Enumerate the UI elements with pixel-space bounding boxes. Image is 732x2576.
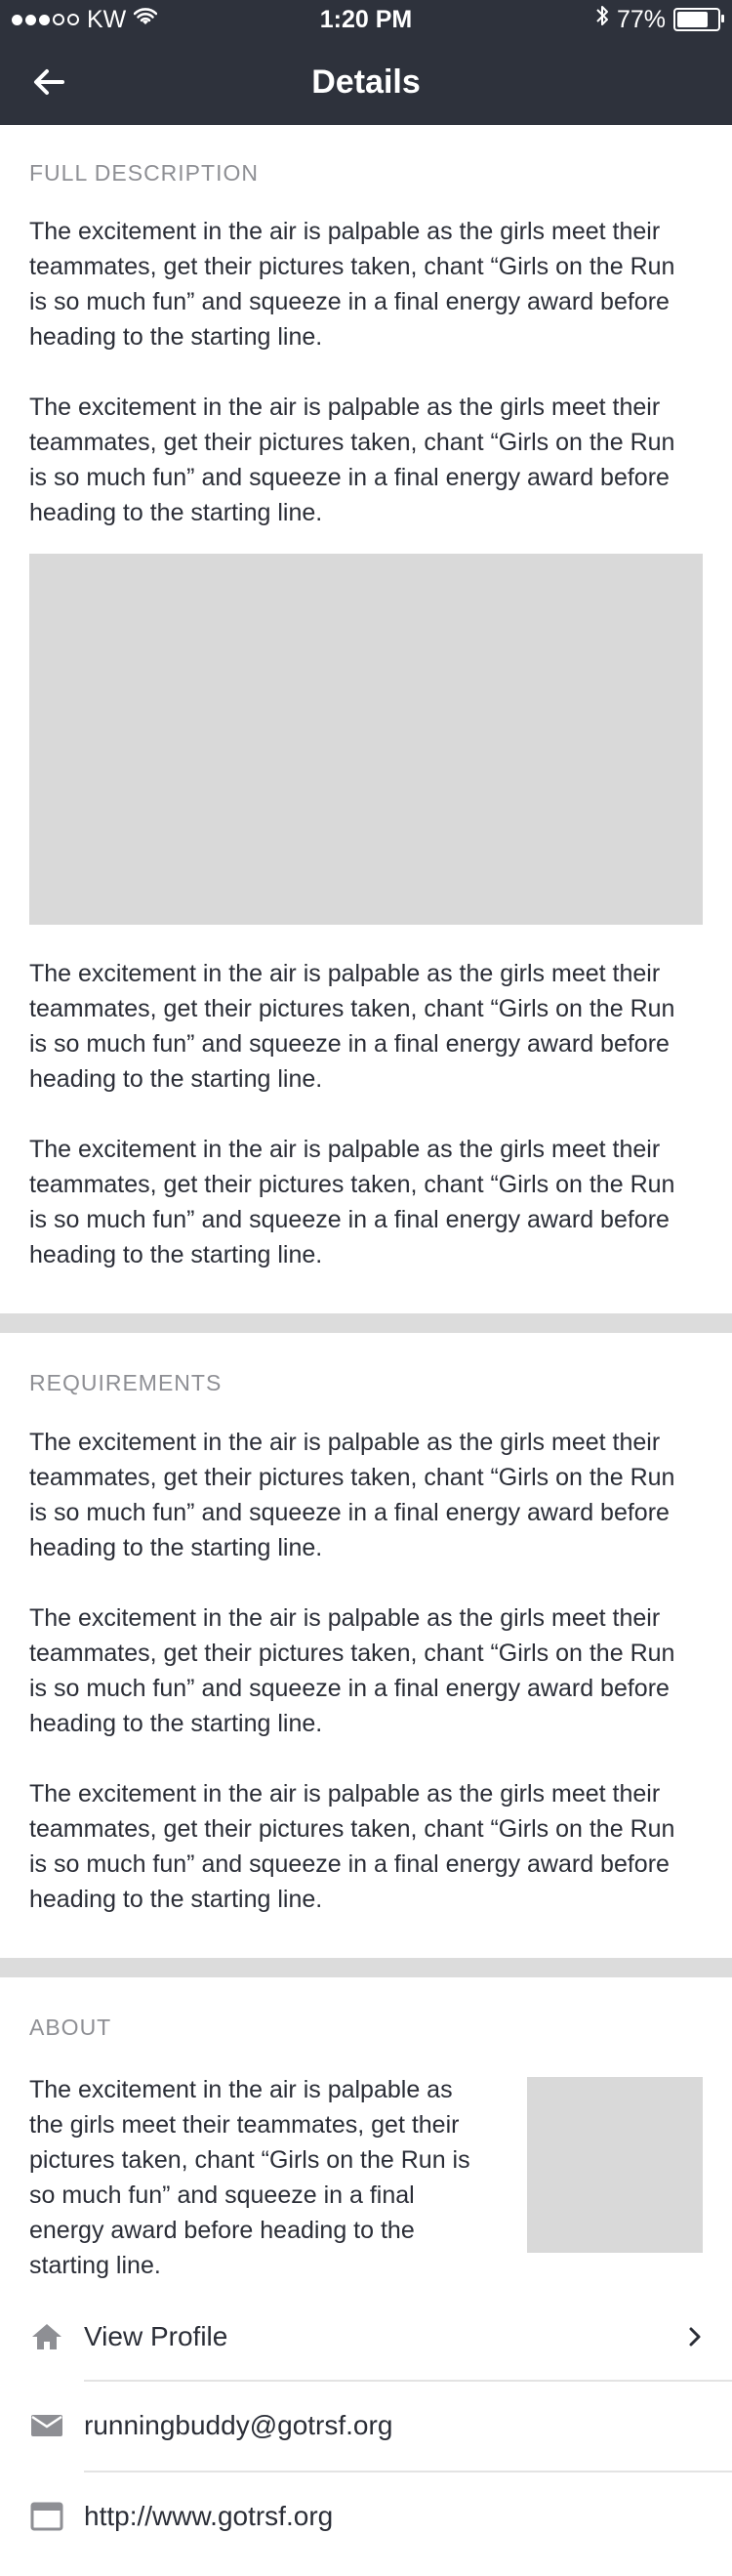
description-paragraph: The excitement in the air is palpable as… — [29, 394, 675, 526]
website-link: http://www.gotrsf.org — [84, 2501, 334, 2531]
mail-icon — [29, 2408, 64, 2443]
status-right: 77% — [595, 0, 724, 39]
about-text: The excitement in the air is palpable as… — [29, 2076, 470, 2279]
requirements-paragraph: The excitement in the air is palpable as… — [29, 1780, 675, 1913]
status-bar: KW 1:20 PM 77% — [0, 0, 732, 39]
about-image — [527, 2077, 703, 2253]
email-link: runningbuddy@gotrsf.org — [84, 2410, 393, 2440]
app-header: KW 1:20 PM 77% Details — [0, 0, 732, 125]
view-profile-label: View Profile — [84, 2321, 228, 2351]
requirements-paragraph: The excitement in the air is palpable as… — [29, 1429, 675, 1561]
chevron-right-icon — [683, 2325, 707, 2348]
bluetooth-icon — [595, 0, 609, 39]
description-paragraph: The excitement in the air is palpable as… — [29, 960, 675, 1093]
description-paragraph: The excitement in the air is palpable as… — [29, 218, 675, 351]
nav-bar: Details — [0, 39, 732, 125]
battery-icon — [673, 8, 724, 31]
page-title: Details — [311, 63, 421, 101]
home-icon — [29, 2319, 64, 2354]
browser-icon — [29, 2499, 64, 2534]
about-heading: ABOUT — [29, 2015, 112, 2040]
requirements-heading: REQUIREMENTS — [29, 1370, 223, 1395]
email-row[interactable]: runningbuddy@gotrsf.org — [0, 2382, 732, 2470]
section-divider — [0, 1313, 732, 1333]
section-divider — [0, 1958, 732, 1977]
battery-level — [677, 12, 708, 27]
battery-percent: 77% — [616, 6, 666, 33]
website-row[interactable]: http://www.gotrsf.org — [0, 2472, 732, 2560]
description-image — [29, 554, 703, 925]
view-profile-row[interactable]: View Profile — [0, 2293, 732, 2381]
full-description-heading: FULL DESCRIPTION — [29, 160, 259, 186]
description-paragraph: The excitement in the air is palpable as… — [29, 1136, 675, 1268]
requirements-paragraph: The excitement in the air is palpable as… — [29, 1604, 675, 1737]
